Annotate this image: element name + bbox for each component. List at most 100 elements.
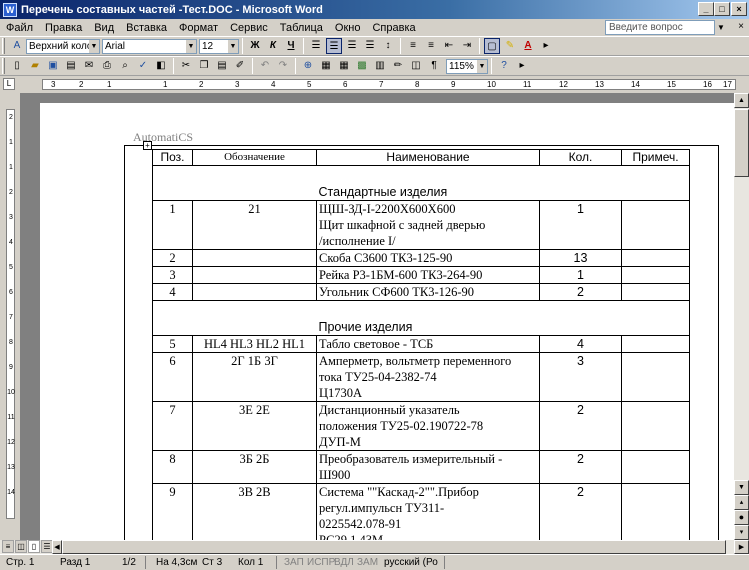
cell-note[interactable] bbox=[621, 352, 690, 402]
cell-qty[interactable]: 1 bbox=[539, 266, 622, 284]
header-note[interactable]: Примеч. bbox=[621, 149, 690, 166]
toolbar-grip[interactable] bbox=[2, 58, 5, 74]
menu-view[interactable]: Вид bbox=[88, 22, 120, 34]
minimize-button[interactable]: _ bbox=[698, 2, 714, 16]
section-title[interactable]: Стандартные изделия bbox=[316, 165, 690, 201]
status-line[interactable]: Ст 3 bbox=[202, 557, 222, 568]
cell-qty[interactable]: 2 bbox=[539, 401, 622, 451]
table-move-handle-icon[interactable]: + bbox=[143, 141, 152, 150]
document-map-icon[interactable]: ◫ bbox=[408, 58, 424, 74]
horizontal-scroll-thumb[interactable] bbox=[62, 540, 726, 554]
cell-pos[interactable]: 7 bbox=[152, 401, 193, 451]
chevron-down-icon[interactable]: ▼ bbox=[477, 59, 487, 73]
new-document-icon[interactable]: ▯ bbox=[9, 58, 25, 74]
bold-button[interactable]: Ж bbox=[247, 38, 263, 54]
cell-qty[interactable]: 2 bbox=[539, 283, 622, 301]
cell-qty[interactable]: 1 bbox=[539, 200, 622, 250]
underline-button[interactable]: Ч bbox=[283, 38, 299, 54]
tab-selector-icon[interactable]: L bbox=[3, 78, 15, 90]
cell-note[interactable] bbox=[621, 200, 690, 250]
cell-note[interactable] bbox=[621, 401, 690, 451]
undo-icon[interactable]: ↶ bbox=[257, 58, 273, 74]
menu-help[interactable]: Справка bbox=[366, 22, 421, 34]
header-name[interactable]: Наименование bbox=[316, 149, 540, 166]
menu-file[interactable]: Файл bbox=[0, 22, 39, 34]
vertical-scrollbar[interactable]: ▲ ▼ ▴ ● ▾ bbox=[734, 93, 749, 540]
close-button[interactable]: × bbox=[731, 2, 747, 16]
document-close-icon[interactable]: × bbox=[738, 21, 747, 33]
chevron-down-icon[interactable]: ▼ bbox=[228, 39, 238, 53]
research-icon[interactable]: ◧ bbox=[153, 58, 169, 74]
decrease-indent-icon[interactable]: ⇤ bbox=[441, 38, 457, 54]
cell-designation[interactable]: 3Б 2Б bbox=[192, 450, 317, 484]
next-page-icon[interactable]: ▾ bbox=[734, 525, 749, 540]
vertical-scroll-thumb[interactable] bbox=[734, 109, 749, 177]
help-icon[interactable]: ? bbox=[496, 58, 512, 74]
status-record-macro[interactable]: ЗАП bbox=[284, 557, 304, 568]
document-page[interactable]: AutomatiCS + Поз. Обозначение Наименован… bbox=[40, 103, 734, 540]
cell-pos[interactable]: 1 bbox=[152, 200, 193, 250]
status-position[interactable]: На 4,3см bbox=[156, 557, 197, 568]
header-pos[interactable]: Поз. bbox=[152, 149, 193, 166]
cell-pos[interactable]: 6 bbox=[152, 352, 193, 402]
cell-name[interactable]: Табло световое - ТСБ bbox=[316, 335, 540, 353]
show-hide-icon[interactable]: ¶ bbox=[426, 58, 442, 74]
cell-qty[interactable]: 13 bbox=[539, 249, 622, 267]
numbered-list-icon[interactable]: ≡ bbox=[405, 38, 421, 54]
browse-object-icon[interactable]: ● bbox=[734, 510, 749, 525]
scroll-right-icon[interactable]: ▶ bbox=[734, 540, 749, 554]
horizontal-ruler[interactable]: L 3 2 1 1 2 3 4 5 6 7 8 9 10 11 12 13 14 15 16 17 bbox=[0, 76, 749, 93]
email-icon[interactable]: ✉ bbox=[81, 58, 97, 74]
status-pages[interactable]: 1/2 bbox=[122, 557, 136, 568]
cell-pos[interactable]: 5 bbox=[152, 335, 193, 353]
cell-designation[interactable]: 3В 2В bbox=[192, 483, 317, 540]
redo-icon[interactable]: ↷ bbox=[275, 58, 291, 74]
status-section[interactable]: Разд 1 bbox=[60, 557, 90, 568]
cell-designation[interactable]: 3Е 2Е bbox=[192, 401, 317, 451]
increase-indent-icon[interactable]: ⇥ bbox=[459, 38, 475, 54]
tables-borders-icon[interactable]: ▦ bbox=[318, 58, 334, 74]
font-color-icon[interactable]: A bbox=[520, 38, 536, 54]
cell-name[interactable]: Скоба С3600 ТК3-125-90 bbox=[316, 249, 540, 267]
cell-designation[interactable]: HL4 HL3 HL2 HL1 bbox=[192, 335, 317, 353]
align-center-icon[interactable]: ☰ bbox=[326, 38, 342, 54]
normal-view-icon[interactable]: ≡ bbox=[2, 540, 14, 553]
format-painter-icon[interactable]: ✐ bbox=[232, 58, 248, 74]
header-designation[interactable]: Обозначение bbox=[192, 149, 317, 166]
print-preview-icon[interactable]: ⌕ bbox=[117, 58, 133, 74]
menu-table[interactable]: Таблица bbox=[274, 22, 329, 34]
styles-pane-icon[interactable]: A bbox=[9, 38, 25, 54]
cell-name[interactable]: ЩШ-ЗД-I-2200X600X600 Щит шкафной с задней… bbox=[316, 200, 540, 250]
cell-pos[interactable]: 3 bbox=[152, 266, 193, 284]
status-page[interactable]: Стр. 1 bbox=[6, 557, 34, 568]
italic-button[interactable]: К bbox=[265, 38, 281, 54]
borders-icon[interactable]: ▢ bbox=[484, 38, 500, 54]
header-qty[interactable]: Кол. bbox=[539, 149, 622, 166]
copy-icon[interactable]: ❐ bbox=[196, 58, 212, 74]
scroll-up-icon[interactable]: ▲ bbox=[734, 93, 749, 108]
print-layout-view-icon[interactable]: ▯ bbox=[28, 540, 40, 553]
cell-pos[interactable]: 2 bbox=[152, 249, 193, 267]
cell-pos[interactable]: 4 bbox=[152, 283, 193, 301]
bulleted-list-icon[interactable]: ≡ bbox=[423, 38, 439, 54]
section-blank-cell[interactable] bbox=[152, 165, 317, 201]
horizontal-scrollbar[interactable]: ≡ ◫ ▯ ☰ ◀ ▶ bbox=[0, 540, 749, 554]
cell-note[interactable] bbox=[621, 335, 690, 353]
permission-icon[interactable]: ▤ bbox=[63, 58, 79, 74]
hyperlink-icon[interactable]: ⊕ bbox=[300, 58, 316, 74]
insert-table-icon[interactable]: ▦ bbox=[336, 58, 352, 74]
cell-pos[interactable]: 8 bbox=[152, 450, 193, 484]
align-right-icon[interactable]: ☰ bbox=[344, 38, 360, 54]
status-extend[interactable]: ВДЛ bbox=[334, 557, 354, 568]
cell-designation[interactable] bbox=[192, 249, 317, 267]
cell-name[interactable]: Рейка Р3-1БМ-600 ТК3-264-90 bbox=[316, 266, 540, 284]
font-combo[interactable]: Arial ▼ bbox=[102, 38, 197, 54]
menu-insert[interactable]: Вставка bbox=[120, 22, 173, 34]
status-column[interactable]: Кол 1 bbox=[238, 557, 263, 568]
word-app-icon[interactable]: W bbox=[3, 2, 17, 17]
scroll-down-icon[interactable]: ▼ bbox=[734, 480, 749, 495]
menu-tools[interactable]: Сервис bbox=[224, 22, 274, 34]
cell-name[interactable]: Амперметр, вольтметр переменного тока ТУ2… bbox=[316, 352, 540, 402]
scroll-left-icon[interactable]: ◀ bbox=[52, 540, 62, 554]
cell-name[interactable]: Преобразователь измерительный - Ш900 bbox=[316, 450, 540, 484]
